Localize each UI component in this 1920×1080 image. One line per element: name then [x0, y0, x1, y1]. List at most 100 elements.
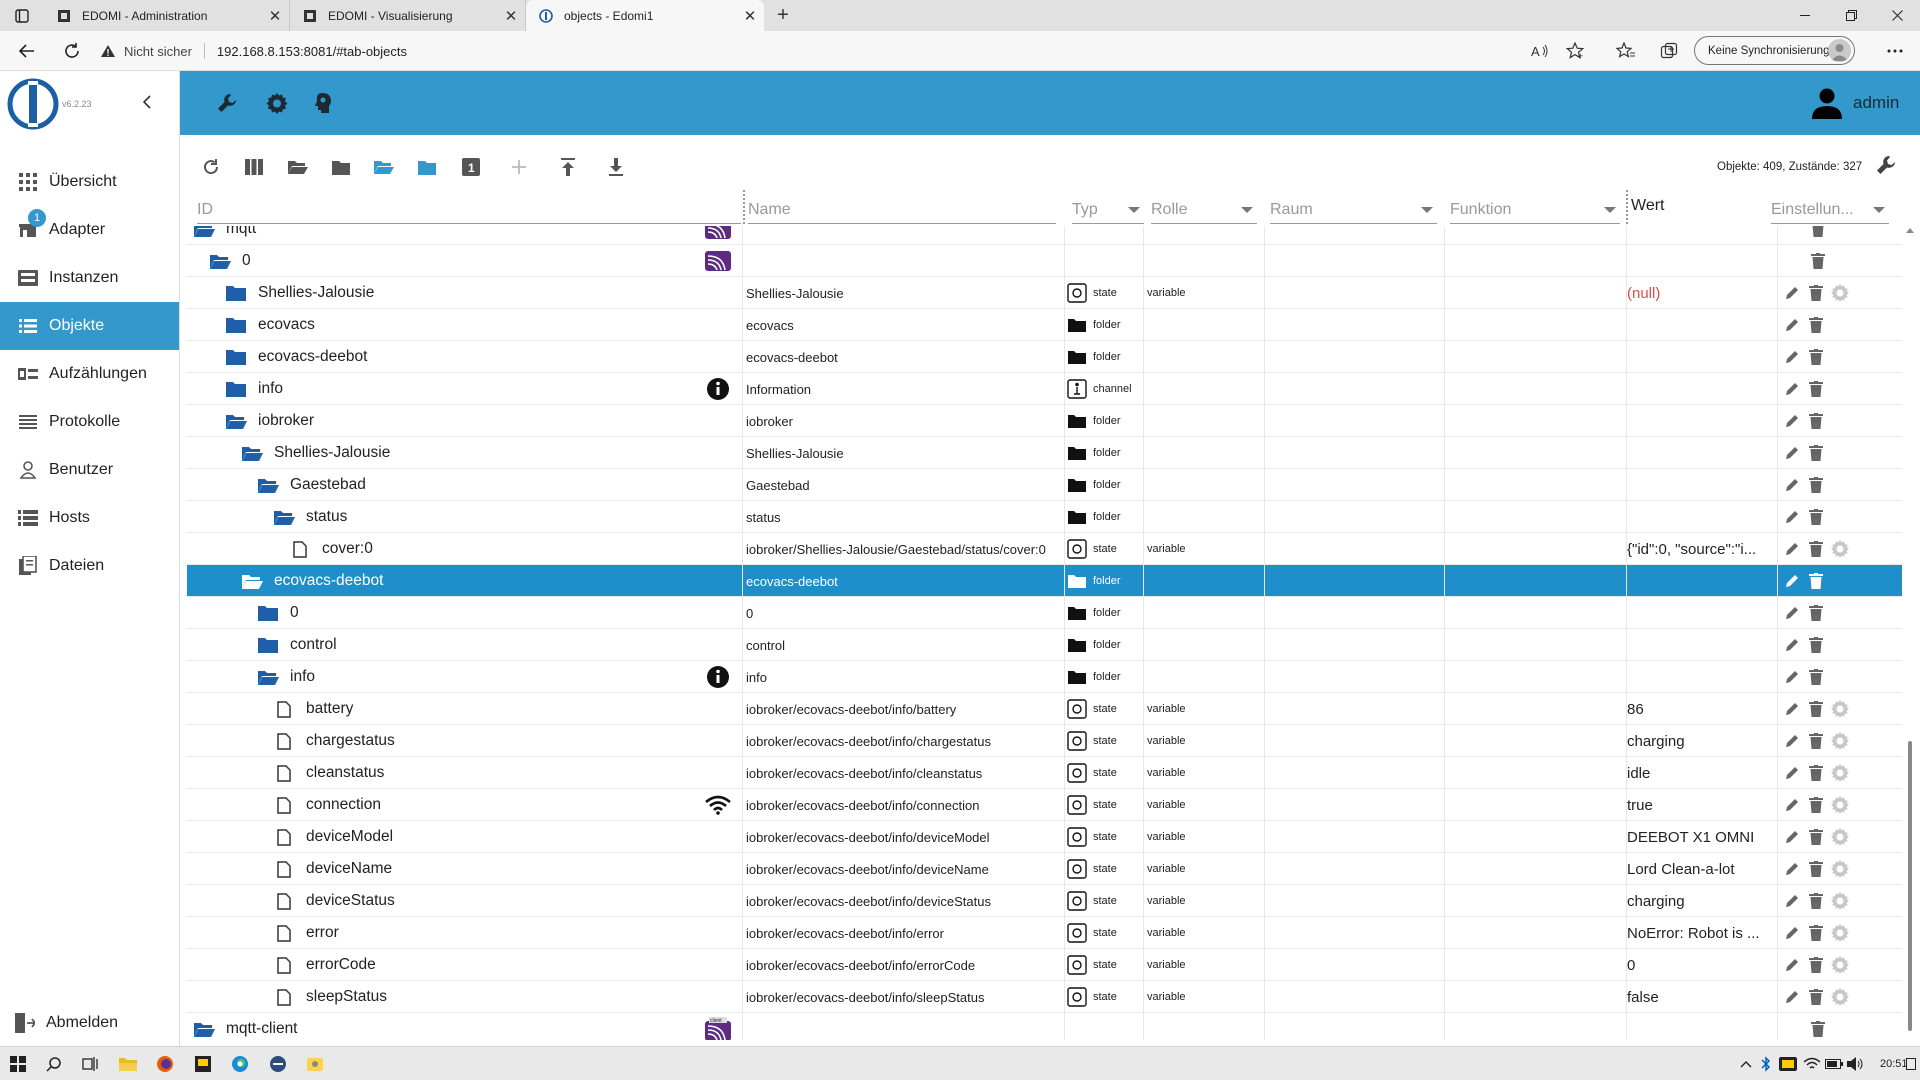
chevron-up-icon[interactable]	[1736, 1054, 1756, 1074]
edit-icon[interactable]	[1782, 827, 1802, 847]
edit-icon[interactable]	[1782, 379, 1802, 399]
search-icon[interactable]	[44, 1054, 64, 1074]
room-filter-select[interactable]: Raum	[1270, 196, 1437, 224]
edit-icon[interactable]	[1782, 347, 1802, 367]
folder-open-icon[interactable]	[241, 570, 263, 592]
room-cell[interactable]	[1264, 226, 1444, 245]
browser-tab-objects[interactable]: objects - Edomi1 ✕	[526, 0, 764, 31]
delete-icon[interactable]	[1806, 955, 1826, 975]
file-icon[interactable]	[273, 730, 295, 752]
edit-icon[interactable]	[1782, 859, 1802, 879]
edit-icon[interactable]	[1782, 411, 1802, 431]
delete-icon[interactable]	[1806, 923, 1826, 943]
favorites-icon[interactable]	[1614, 39, 1638, 63]
name-cell[interactable]: status	[742, 501, 1065, 533]
folder-open-icon[interactable]	[257, 474, 279, 496]
delete-icon[interactable]	[1806, 859, 1826, 879]
gear-icon[interactable]	[1830, 923, 1850, 943]
room-cell[interactable]	[1264, 373, 1444, 405]
gear-icon[interactable]	[1830, 827, 1850, 847]
function-filter-select[interactable]: Funktion	[1450, 196, 1620, 224]
function-cell[interactable]	[1444, 1013, 1626, 1040]
delete-icon[interactable]	[1806, 475, 1826, 495]
name-cell[interactable]	[742, 1013, 1065, 1040]
gear-icon[interactable]	[1830, 763, 1850, 783]
file-icon[interactable]	[273, 954, 295, 976]
delete-icon[interactable]	[1806, 891, 1826, 911]
columns-icon[interactable]	[243, 156, 265, 178]
value-cell[interactable]: 0	[1626, 949, 1776, 981]
edit-icon[interactable]	[1782, 955, 1802, 975]
name-cell[interactable]: control	[742, 629, 1065, 661]
folder-open-icon[interactable]	[257, 666, 279, 688]
file-icon[interactable]	[273, 922, 295, 944]
delete-icon[interactable]	[1806, 443, 1826, 463]
firefox-icon[interactable]	[155, 1054, 175, 1074]
upload-icon[interactable]	[557, 156, 579, 178]
room-cell[interactable]	[1264, 405, 1444, 437]
role-filter-select[interactable]: Rolle	[1151, 196, 1257, 224]
function-cell[interactable]	[1444, 405, 1626, 437]
room-cell[interactable]	[1264, 885, 1444, 917]
function-cell[interactable]	[1444, 437, 1626, 469]
value-cell[interactable]: 86	[1626, 693, 1776, 725]
file-icon[interactable]	[273, 986, 295, 1008]
function-cell[interactable]	[1444, 226, 1626, 245]
name-cell[interactable]	[742, 245, 1065, 277]
function-cell[interactable]	[1444, 661, 1626, 693]
close-icon[interactable]: ✕	[497, 7, 525, 25]
wifi-tray-icon[interactable]	[1802, 1054, 1822, 1074]
value-cell[interactable]: charging	[1626, 885, 1776, 917]
collections-icon[interactable]	[1657, 39, 1681, 63]
room-cell[interactable]	[1264, 821, 1444, 853]
table-row[interactable]: iobroker iobroker folder	[187, 405, 1902, 437]
delete-icon[interactable]	[1806, 827, 1826, 847]
gear-icon[interactable]	[1830, 699, 1850, 719]
edge-icon[interactable]	[230, 1054, 250, 1074]
name-cell[interactable]: iobroker/Shellies-Jalousie/Gaestebad/sta…	[742, 533, 1065, 565]
function-cell[interactable]	[1444, 853, 1626, 885]
table-row[interactable]: 0 0 folder	[187, 597, 1902, 629]
value-cell[interactable]: DEEBOT X1 OMNI	[1626, 821, 1776, 853]
function-cell[interactable]	[1444, 821, 1626, 853]
new-tab-icon[interactable]: +	[766, 0, 800, 31]
toggle-expert-icon[interactable]: 1	[460, 156, 482, 178]
edit-icon[interactable]	[1782, 635, 1802, 655]
gear-icon[interactable]	[1830, 539, 1850, 559]
browser-tab-edomi-admin[interactable]: EDOMI - Administration ✕	[44, 0, 290, 31]
table-row[interactable]: info Information channel	[187, 373, 1902, 405]
sidebar-item-objekte[interactable]: Objekte	[0, 302, 179, 350]
room-cell[interactable]	[1264, 853, 1444, 885]
room-cell[interactable]	[1264, 789, 1444, 821]
sync-button[interactable]: Keine Synchronisierung	[1694, 36, 1855, 65]
delete-icon[interactable]	[1808, 1019, 1828, 1039]
delete-icon[interactable]	[1806, 571, 1826, 591]
delete-icon[interactable]	[1806, 635, 1826, 655]
room-cell[interactable]	[1264, 981, 1444, 1013]
edit-icon[interactable]	[1782, 315, 1802, 335]
delete-icon[interactable]	[1806, 731, 1826, 751]
sidebar-item-adapter[interactable]: 1 Adapter	[0, 206, 179, 254]
table-row[interactable]: control control folder	[187, 629, 1902, 661]
app-icon[interactable]	[193, 1054, 213, 1074]
table-row[interactable]: Shellies-Jalousie Shellies-Jalousie state v…	[187, 277, 1902, 309]
value-cell[interactable]: idle	[1626, 757, 1776, 789]
minimize-icon[interactable]	[1782, 0, 1828, 31]
expand-level-icon[interactable]	[373, 156, 395, 178]
url-field[interactable]: Nicht sicher 192.168.8.153:8081/#tab-obj…	[100, 38, 1640, 64]
name-cell[interactable]: iobroker/ecovacs-deebot/info/deviceStatu…	[742, 885, 1065, 917]
logout-button[interactable]: Abmelden	[0, 999, 179, 1047]
gear-icon[interactable]	[1830, 891, 1850, 911]
reload-icon[interactable]	[60, 39, 84, 63]
app-icon-3[interactable]	[305, 1054, 325, 1074]
room-cell[interactable]	[1264, 437, 1444, 469]
settings-filter-select[interactable]: Einstellun...	[1771, 196, 1889, 224]
scrollbar[interactable]	[1903, 226, 1917, 1040]
value-cell[interactable]: true	[1626, 789, 1776, 821]
room-cell[interactable]	[1264, 661, 1444, 693]
value-cell[interactable]: {"id":0, "source":"i...	[1626, 533, 1776, 565]
table-row[interactable]: deviceModel iobroker/ecovacs-deebot/info/…	[187, 821, 1902, 853]
table-row[interactable]: error iobroker/ecovacs-deebot/info/error s…	[187, 917, 1902, 949]
room-cell[interactable]	[1264, 917, 1444, 949]
name-cell[interactable]: Shellies-Jalousie	[742, 277, 1065, 309]
